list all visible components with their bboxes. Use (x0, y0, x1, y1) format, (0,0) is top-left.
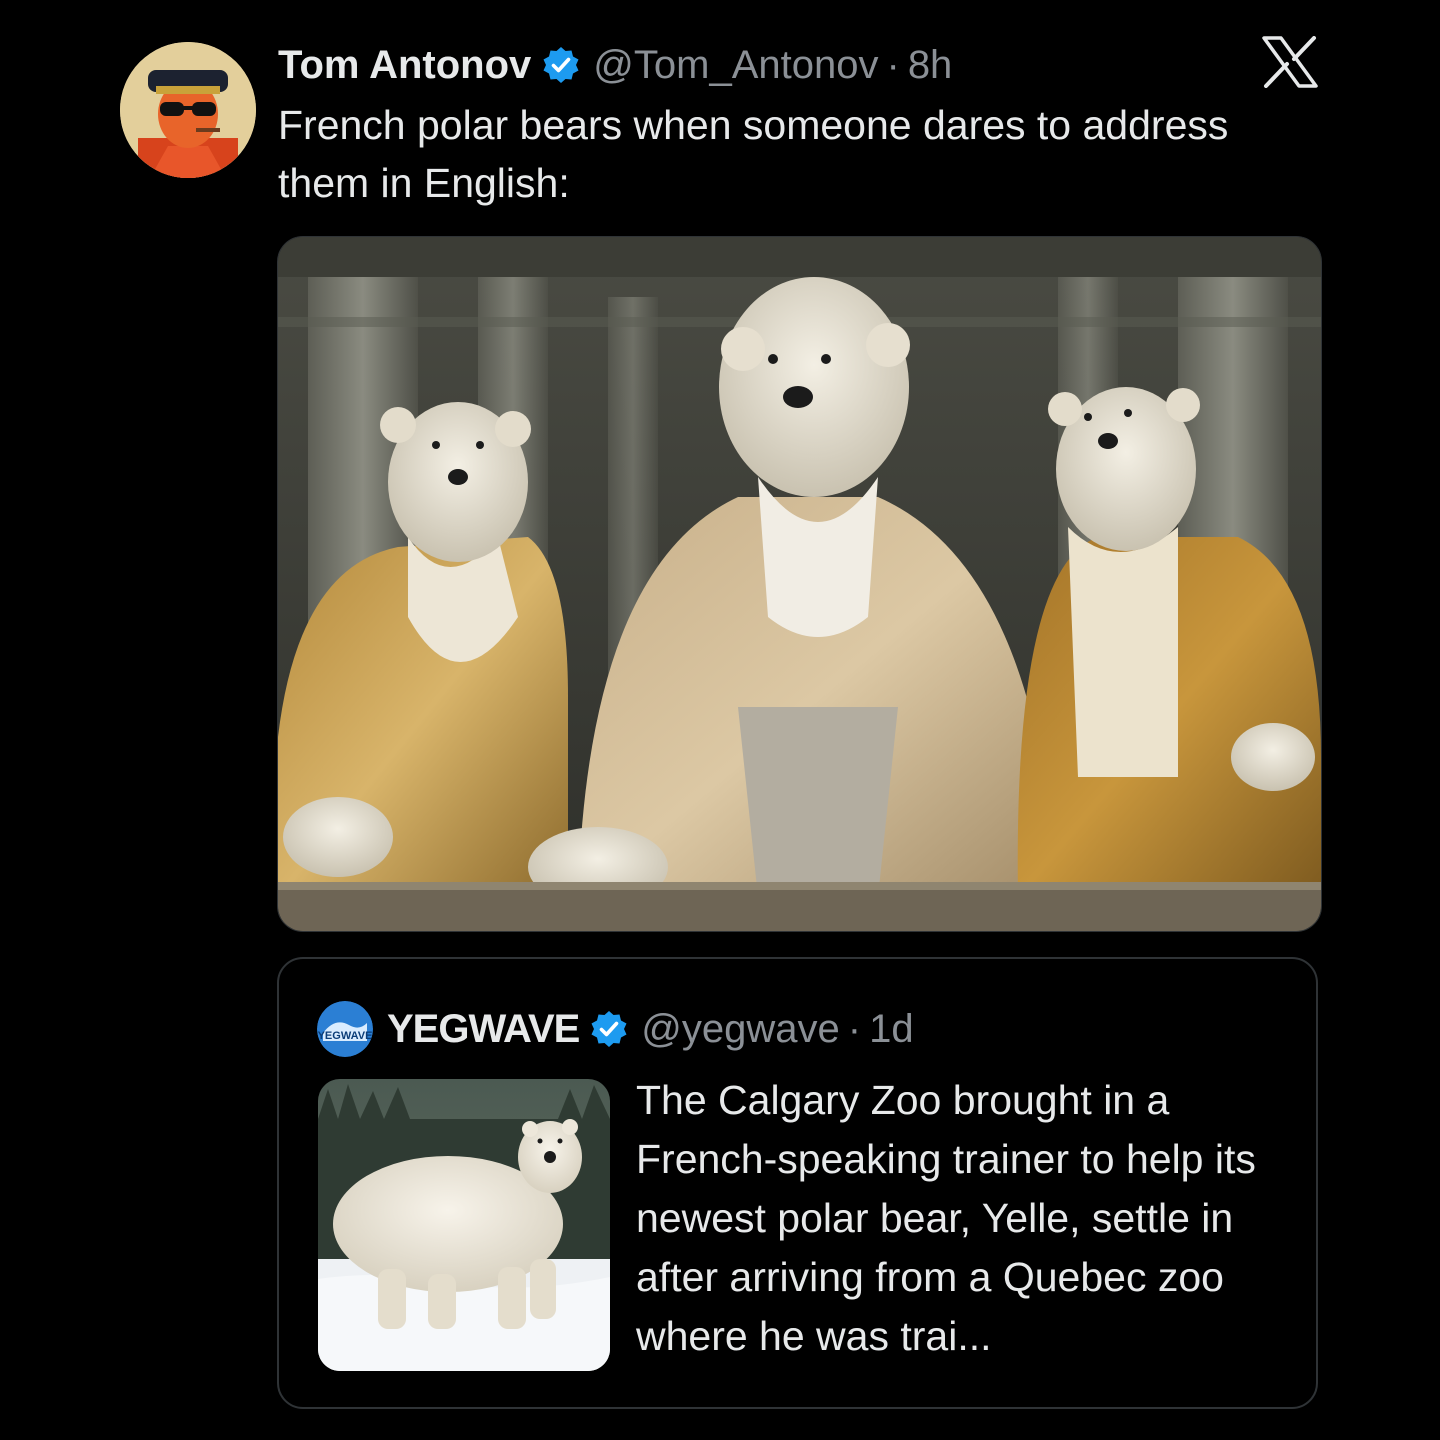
quoted-tweet-text: The Calgary Zoo brought in a French-spea… (636, 1077, 1256, 1359)
author-handle[interactable]: @Tom_Antonov (593, 43, 878, 88)
verified-badge-icon (589, 1009, 629, 1049)
verified-badge-icon (541, 45, 581, 85)
quoted-author-handle[interactable]: @yegwave (641, 1007, 839, 1052)
quoted-tweet-header: YEGWAVE YEGWAVE @yegwave · 1d (317, 1001, 914, 1057)
tweet-header: Tom Antonov @Tom_Antonov · 8h (278, 40, 952, 90)
tweet-image[interactable] (277, 236, 1322, 932)
quoted-tweet-image[interactable] (318, 1079, 610, 1371)
x-logo-icon[interactable] (1262, 36, 1318, 88)
tweet-text: French polar bears when someone dares to… (278, 102, 1229, 206)
quoted-tweet-card[interactable]: YEGWAVE YEGWAVE @yegwave · 1d The Calgar… (277, 957, 1318, 1409)
quoted-tweet-timestamp[interactable]: 1d (869, 1007, 914, 1052)
tweet-timestamp[interactable]: 8h (908, 43, 953, 88)
quoted-author-avatar[interactable]: YEGWAVE (317, 1001, 373, 1057)
author-avatar[interactable] (120, 42, 256, 178)
author-name[interactable]: Tom Antonov (278, 43, 531, 88)
quoted-author-name[interactable]: YEGWAVE (387, 1007, 580, 1052)
separator-dot: · (886, 42, 900, 87)
yegwave-logo-text: YEGWAVE (318, 1030, 373, 1042)
separator-dot: · (847, 1006, 862, 1051)
